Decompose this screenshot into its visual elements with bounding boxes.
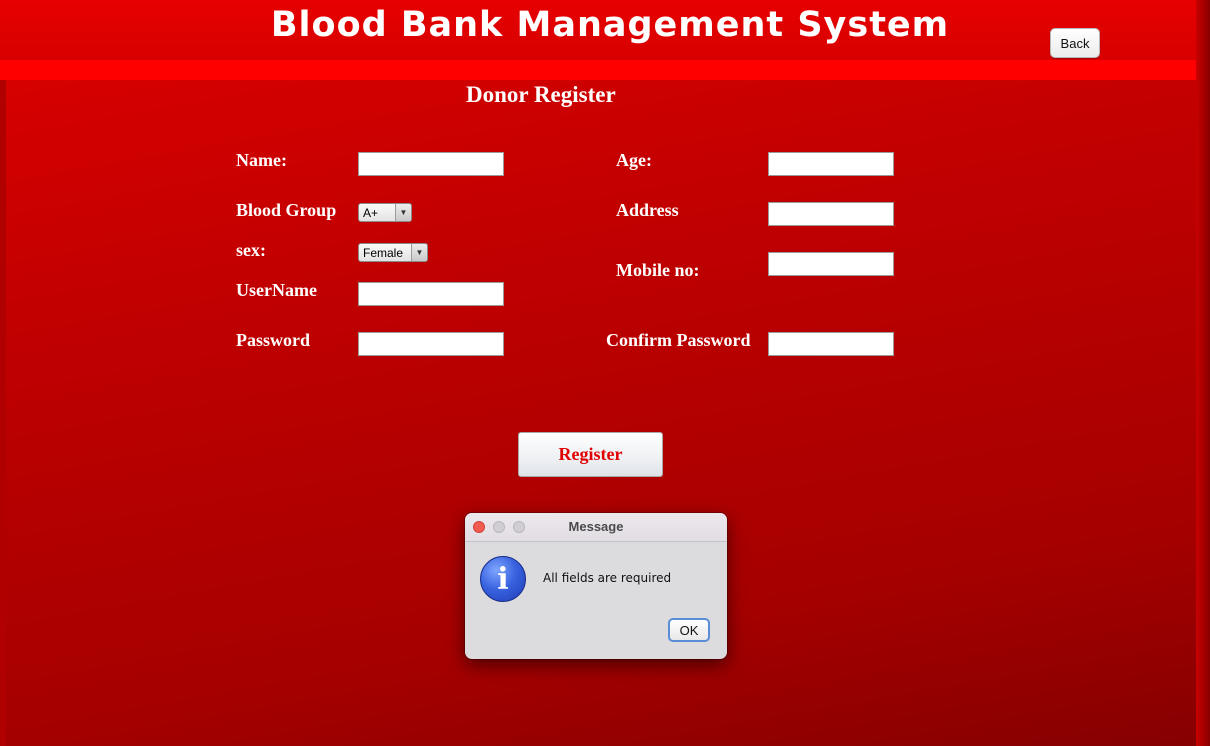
address-field[interactable] xyxy=(768,202,894,226)
sex-value: Female xyxy=(363,245,404,260)
app-title: Blood Bank Management System xyxy=(270,5,950,45)
header-bar: Blood Bank Management System xyxy=(0,0,1196,60)
name-field[interactable] xyxy=(358,152,504,176)
register-button[interactable]: Register xyxy=(518,432,663,477)
sex-select[interactable]: Female ▼ xyxy=(358,243,428,262)
ok-button[interactable]: OK xyxy=(668,618,710,642)
name-label: Name: xyxy=(236,150,287,170)
chevron-down-icon: ▼ xyxy=(411,244,427,261)
sex-label: sex: xyxy=(236,240,266,260)
dialog-title: Message xyxy=(568,519,624,534)
mobile-label: Mobile no: xyxy=(616,260,700,280)
confirm-password-field[interactable] xyxy=(768,332,894,356)
age-label: Age: xyxy=(616,150,652,170)
address-label: Address xyxy=(616,200,679,220)
blood-group-select[interactable]: A+ ▼ xyxy=(358,203,412,222)
chevron-down-icon: ▼ xyxy=(395,204,411,221)
password-field[interactable] xyxy=(358,332,504,356)
blood-group-value: A+ xyxy=(363,205,379,220)
header-separator xyxy=(0,60,1196,80)
username-field[interactable] xyxy=(358,282,504,306)
dialog-titlebar[interactable]: Message xyxy=(465,513,727,542)
age-field[interactable] xyxy=(768,152,894,176)
dialog-message: All fields are required xyxy=(543,571,672,585)
password-label: Password xyxy=(236,330,311,350)
back-button[interactable]: Back xyxy=(1050,28,1100,58)
mobile-field[interactable] xyxy=(768,252,894,276)
confirm-password-label: Confirm Password xyxy=(606,330,751,350)
message-dialog: Message i All fields are required OK xyxy=(465,513,727,659)
form-title: Donor Register xyxy=(466,82,616,107)
username-label: UserName xyxy=(236,280,317,300)
blood-group-label: Blood Group xyxy=(236,200,337,220)
info-icon: i xyxy=(480,556,526,602)
window-edge xyxy=(1196,0,1210,746)
